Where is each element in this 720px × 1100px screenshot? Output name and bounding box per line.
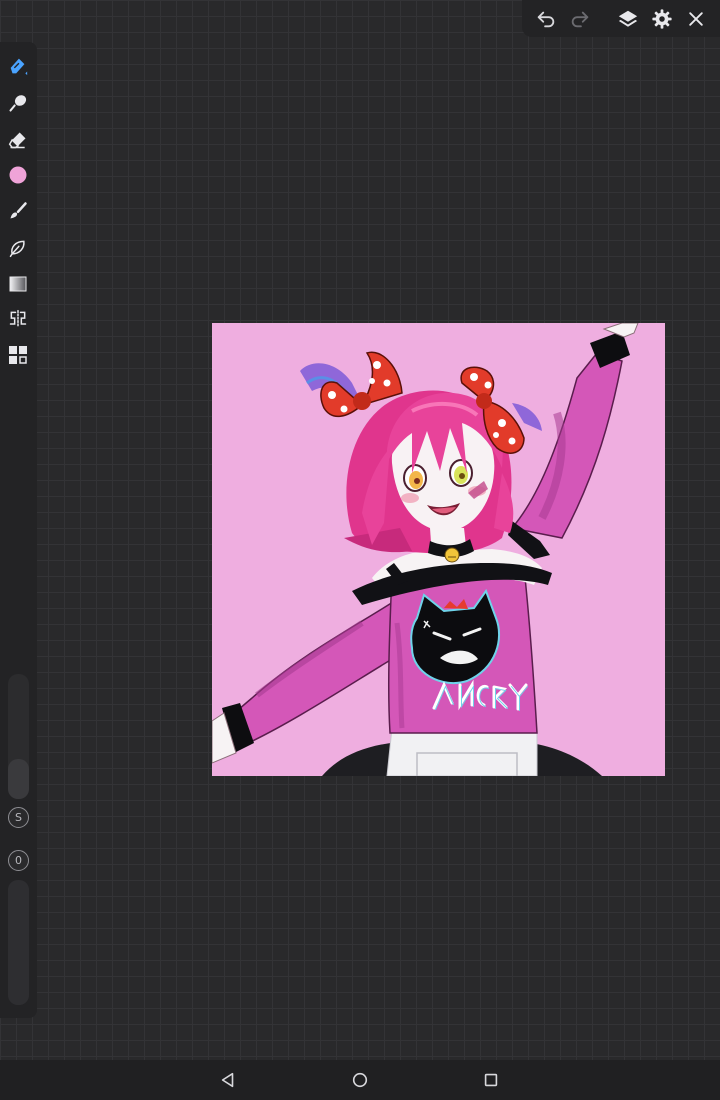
close-button[interactable] <box>682 5 710 33</box>
recents-button[interactable] <box>479 1068 503 1092</box>
back-button[interactable] <box>216 1068 240 1092</box>
drawing-app: S 0 <box>0 0 720 1100</box>
pen-icon <box>10 58 28 76</box>
redo-icon <box>571 11 589 28</box>
brush-opacity-slider[interactable] <box>8 880 29 1005</box>
home-button[interactable] <box>348 1068 372 1092</box>
layers-button[interactable] <box>614 5 642 33</box>
brush-opacity-button[interactable]: 0 <box>8 850 29 871</box>
back-icon <box>221 1072 234 1088</box>
brush-icon <box>10 202 27 219</box>
undo-button[interactable] <box>532 5 560 33</box>
settings-icon <box>652 9 672 29</box>
eraser-tool-button[interactable] <box>4 126 32 154</box>
gradient-icon <box>9 276 27 292</box>
color-swatch <box>9 166 27 184</box>
brush-size-slider-fill <box>8 759 29 799</box>
lasso-tool-button[interactable] <box>4 234 32 262</box>
redo-button[interactable] <box>566 5 594 33</box>
gallery-button[interactable] <box>4 341 32 369</box>
home-icon <box>352 1072 368 1088</box>
artwork <box>212 323 665 776</box>
brush-size-button[interactable]: S <box>8 807 29 828</box>
symmetry-icon <box>9 309 27 329</box>
color-swatch-button[interactable] <box>4 161 32 189</box>
gradient-tool-button[interactable] <box>4 270 32 298</box>
smudge-icon <box>9 95 27 112</box>
brush-size-slider[interactable] <box>8 674 29 799</box>
brush-opacity-slider-fill <box>8 880 29 1005</box>
recents-icon <box>484 1073 498 1087</box>
undo-icon <box>537 11 555 28</box>
smudge-tool-button[interactable] <box>4 89 32 117</box>
settings-button[interactable] <box>648 5 676 33</box>
symmetry-tool-button[interactable] <box>4 305 32 333</box>
side-toolbar: S 0 <box>0 42 37 1018</box>
eraser-icon <box>8 132 26 149</box>
brush-tool-button[interactable] <box>4 197 32 225</box>
close-icon <box>689 12 703 26</box>
drawing-canvas[interactable] <box>212 323 665 776</box>
layers-icon <box>618 10 638 27</box>
system-navigation-bar <box>0 1060 720 1100</box>
lasso-icon <box>9 240 25 258</box>
top-toolbar <box>522 0 720 37</box>
gallery-icon <box>9 346 27 364</box>
pen-tool-button[interactable] <box>4 52 32 80</box>
